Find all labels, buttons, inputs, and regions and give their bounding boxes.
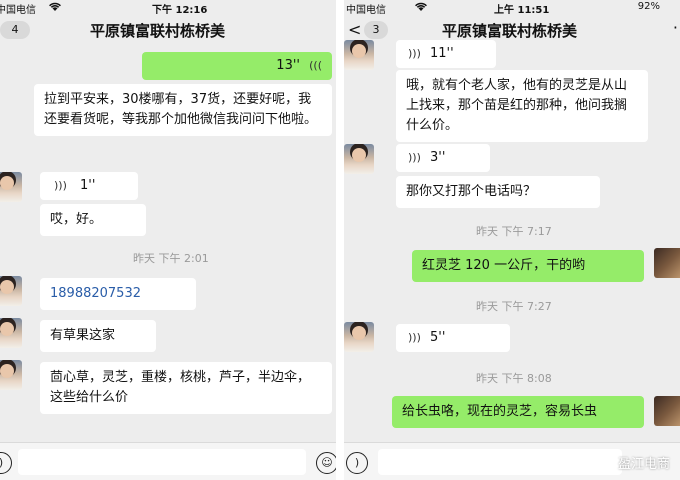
message-text: 那你又打那个电话吗？ xyxy=(406,184,537,199)
wifi-icon xyxy=(414,1,428,15)
battery-level: 92% xyxy=(637,1,660,12)
text-message[interactable]: 哦，就有个老人家，他有的灵芝是从山上找来，那个苗是红的那种，他问我搁什么价。 xyxy=(396,70,648,142)
unread-count: 4 xyxy=(11,23,19,36)
watermark-text: 盈江电商 xyxy=(617,457,670,472)
message-text: 给长虫咯，现在的灵芝，容易长虫 xyxy=(402,404,598,419)
chat-title: 平原镇富联村栋桥美 xyxy=(442,22,578,40)
message-text: 拉到平安来，30楼哪有，37货，还要好呢，我还要看货呢，等我那个加他微信我问问下… xyxy=(44,92,318,127)
message-text: 茴心草，灵芝，重楼，核桃，芦子，半边伞，这些给什么价 xyxy=(50,370,311,405)
voice-message[interactable]: ))) 3'' xyxy=(396,144,490,172)
timestamp: 昨天 下午 8:08 xyxy=(476,372,552,385)
chat-header: < 3 平原镇富联村栋桥美 · xyxy=(344,14,680,46)
message-text: 哦，就有个老人家，他有的灵芝是从山上找来，那个苗是红的那种，他问我搁什么价。 xyxy=(406,78,628,133)
wifi-icon xyxy=(48,1,62,15)
text-message[interactable]: 哎，好。 xyxy=(40,204,146,236)
unread-count: 3 xyxy=(372,23,380,36)
voice-wave-icon: ))) xyxy=(54,179,67,192)
avatar[interactable] xyxy=(344,144,374,174)
avatar[interactable] xyxy=(654,248,680,278)
voice-message[interactable]: ))) 1'' xyxy=(40,172,138,200)
avatar[interactable] xyxy=(654,396,680,426)
more-icon[interactable]: · xyxy=(673,18,678,37)
timestamp: 昨天 下午 7:17 xyxy=(476,225,552,238)
voice-duration: 11'' xyxy=(430,46,454,61)
avatar[interactable] xyxy=(344,322,374,352)
voice-duration: 5'' xyxy=(430,330,446,345)
avatar[interactable] xyxy=(0,360,22,390)
back-button[interactable]: 3 xyxy=(364,21,388,39)
message-input[interactable] xyxy=(18,449,306,475)
message-text: 哎，好。 xyxy=(50,212,103,227)
text-message[interactable]: 给长虫咯，现在的灵芝，容易长虫 xyxy=(392,396,644,428)
left-chat-screen: 中国电信 下午 12:16 4 平原镇富联村栋桥美 13'' ((( 拉到平安来… xyxy=(0,0,336,480)
text-message[interactable]: 有草果这家 xyxy=(40,320,156,352)
avatar[interactable] xyxy=(0,276,22,306)
voice-message[interactable]: 13'' ((( xyxy=(142,52,332,80)
voice-duration: 13'' xyxy=(276,58,300,73)
status-bar: 中国电信 下午 12:16 xyxy=(0,0,336,16)
input-bar: ) ☺ xyxy=(0,442,336,480)
voice-input-icon[interactable]: ) xyxy=(0,452,12,474)
voice-wave-icon: ))) xyxy=(408,331,421,344)
message-text: 有草果这家 xyxy=(50,328,116,343)
voice-duration: 1'' xyxy=(80,178,96,193)
text-message[interactable]: 那你又打那个电话吗？ xyxy=(396,176,600,208)
status-bar: 中国电信 上午 11:51 92% xyxy=(344,0,680,16)
voice-duration: 3'' xyxy=(430,150,446,165)
message-text: 红灵芝 120 一公斤，干的哟 xyxy=(422,258,586,273)
voice-message[interactable]: ))) 5'' xyxy=(396,324,510,352)
wechat-logo-icon xyxy=(593,457,614,472)
voice-input-icon[interactable]: ) xyxy=(346,452,368,474)
voice-wave-icon: ))) xyxy=(408,151,421,164)
voice-wave-icon: ((( xyxy=(309,59,322,72)
back-button[interactable]: 4 xyxy=(0,21,30,39)
message-input[interactable] xyxy=(378,449,622,475)
phone-link[interactable]: 18988207532 xyxy=(50,286,141,301)
text-message[interactable]: 茴心草，灵芝，重楼，核桃，芦子，半边伞，这些给什么价 xyxy=(40,362,332,414)
right-chat-screen: 中国电信 上午 11:51 92% < 3 平原镇富联村栋桥美 · ))) 11… xyxy=(344,0,680,480)
watermark: 盈江电商 xyxy=(593,453,670,472)
text-message[interactable]: 红灵芝 120 一公斤，干的哟 xyxy=(412,250,644,282)
timestamp: 昨天 下午 2:01 xyxy=(133,252,209,265)
voice-message[interactable]: ))) 11'' xyxy=(396,40,496,68)
phone-number-message[interactable]: 18988207532 xyxy=(40,278,196,310)
text-message[interactable]: 拉到平安来，30楼哪有，37货，还要好呢，我还要看货呢，等我那个加他微信我问问下… xyxy=(34,84,332,136)
back-arrow-icon[interactable]: < xyxy=(348,20,361,39)
timestamp: 昨天 下午 7:27 xyxy=(476,300,552,313)
avatar[interactable] xyxy=(0,318,22,348)
avatar[interactable] xyxy=(0,172,22,202)
voice-wave-icon: ))) xyxy=(408,47,421,60)
emoji-icon[interactable]: ☺ xyxy=(316,452,336,474)
avatar[interactable] xyxy=(344,40,374,70)
chat-title: 平原镇富联村栋桥美 xyxy=(90,22,226,40)
chat-header: 4 平原镇富联村栋桥美 xyxy=(0,14,336,46)
